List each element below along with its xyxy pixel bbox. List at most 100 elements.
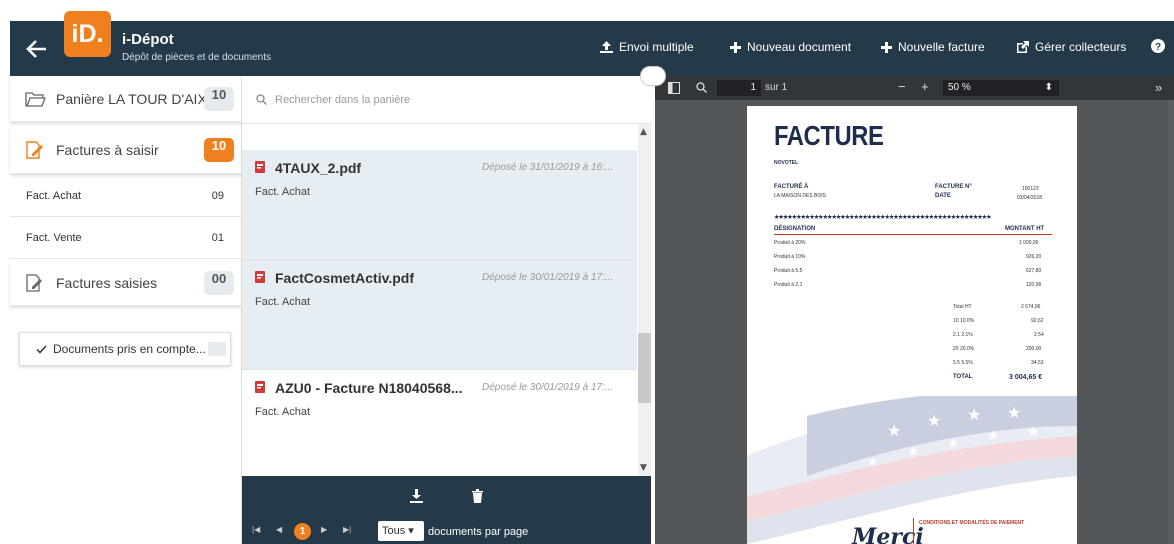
document-action-bar	[242, 476, 651, 516]
search-icon	[256, 94, 267, 105]
invoice-billed-to: LA MAISON DES BOIS	[774, 193, 826, 199]
col-designation: DÉSIGNATION	[774, 226, 816, 232]
zoom-out-icon[interactable]: −	[898, 79, 906, 94]
scroll-up-icon[interactable]: ▲	[640, 127, 647, 137]
folder-factures-saisies-label: Factures saisies	[56, 274, 158, 291]
folder-factures-a-saisir[interactable]: Factures à saisir 10	[10, 126, 242, 174]
zoom-select[interactable]: 50 % ⬍	[943, 80, 1059, 96]
nouveau-document-button[interactable]: Nouveau document	[730, 40, 851, 54]
page-total: sur 1	[765, 82, 788, 93]
line-label: Produit à 5.5	[774, 268, 803, 274]
line-amount: 1 000,00	[1019, 240, 1039, 246]
nouveau-document-label: Nouveau document	[747, 40, 852, 54]
stars-divider: ★★★★★★★★★★★★★★★★★★★★★★★★★★★★★★★★★★★★★★★★…	[774, 212, 992, 222]
saved-document-icon	[26, 273, 42, 292]
check-icon	[36, 344, 47, 354]
app-title: i-Dépot	[122, 31, 174, 48]
zoom-value: 50 %	[948, 82, 971, 93]
app-logo: iD.	[64, 11, 111, 57]
find-icon[interactable]	[696, 82, 707, 93]
line-label: Produit à 10%	[774, 254, 806, 260]
next-page-icon[interactable]: ▶	[321, 525, 327, 534]
document-type: Fact. Achat	[255, 296, 311, 308]
folder-factures-saisies[interactable]: Factures saisies 00	[10, 260, 242, 306]
per-page-select[interactable]: Tous ▾	[378, 521, 424, 541]
plus-icon	[881, 41, 892, 53]
invoice-number-label: FACTURE N°	[935, 184, 972, 190]
envoi-multiple-label: Envoi multiple	[619, 40, 694, 54]
invoice-billed-label: FACTURÉ À	[774, 184, 809, 190]
line-amount: 926,20	[1026, 254, 1042, 260]
subfolder-fact-achat-label: Fact. Achat	[26, 189, 82, 202]
list-scrollbar[interactable]	[638, 124, 651, 476]
total-label: 10 10.0%	[953, 318, 975, 324]
search-input[interactable]: Rechercher dans la panière	[275, 94, 410, 106]
current-page[interactable]: 1	[294, 523, 311, 540]
documents-pris-en-compte-label: Documents pris en compte...	[53, 342, 206, 356]
grand-total-amount: 3 004,65 €	[1009, 374, 1043, 381]
total-label: 5.5 5.5%	[953, 360, 973, 366]
line-label: Produit à 20%	[774, 240, 806, 246]
document-item[interactable]: FactCosmetActiv.pdf Déposé le 30/01/2019…	[242, 260, 637, 370]
flag-watermark: ★ ★ ★ ★ ★ ★ ★ ★ ★	[747, 396, 1077, 544]
line-amount: 120,96	[1026, 282, 1042, 288]
folder-factures-a-saisir-count: 10	[204, 137, 234, 162]
total-label: 2.1 2.1%	[953, 332, 973, 338]
per-page-value: Tous	[382, 525, 406, 537]
invoice-number: 100123	[1022, 186, 1039, 192]
download-icon[interactable]	[410, 489, 423, 503]
search-bar[interactable]: Rechercher dans la panière	[242, 76, 651, 124]
gerer-collecteurs-button[interactable]: Gérer collecteurs	[1016, 40, 1126, 54]
scroll-down-icon[interactable]: ▼	[640, 463, 647, 473]
folder-paniere-count: 10	[204, 86, 234, 111]
pagination-bar: |◀ ◀ 1 ▶ ▶| Tous ▾ documents par page	[242, 516, 651, 544]
svg-text:?: ?	[1155, 42, 1161, 53]
folder-paniere[interactable]: Panière LA TOUR D'AIX 10	[10, 76, 242, 122]
list-scrollbar-thumb[interactable]	[638, 333, 651, 403]
envoi-multiple-button[interactable]: Envoi multiple	[600, 40, 694, 54]
folder-factures-a-saisir-label: Factures à saisir	[56, 141, 159, 158]
document-item[interactable]: 4TAUX_2.pdf Déposé le 31/01/2019 à 16:..…	[242, 150, 637, 260]
document-date: Déposé le 31/01/2019 à 16:...	[482, 162, 614, 173]
total-label: Total HT	[953, 304, 972, 310]
nouvelle-facture-label: Nouvelle facture	[898, 40, 985, 54]
footer-rule	[913, 518, 914, 544]
document-item[interactable]: AZU0 - Facture N18040568... Déposé le 30…	[242, 370, 637, 480]
help-circle-icon[interactable]: ?	[1151, 39, 1165, 53]
dropdown-toggle[interactable]	[208, 342, 226, 356]
prev-page-icon[interactable]: ◀	[276, 525, 282, 534]
subfolder-fact-vente-count: 01	[211, 231, 224, 244]
external-edit-icon	[1017, 41, 1029, 53]
line-label: Produit à 2.1	[774, 282, 803, 288]
folder-factures-saisies-count: 00	[204, 270, 234, 295]
document-name: AZU0 - Facture N18040568...	[275, 380, 463, 396]
document-date: Déposé le 30/01/2019 à 17:...	[482, 382, 614, 393]
pdf-toolbar: 1 sur 1 − + 50 % ⬍ »	[655, 76, 1174, 100]
invoice-date: 03/04/2018	[1017, 195, 1043, 201]
sidebar-toggle-icon[interactable]	[668, 82, 680, 94]
subfolder-fact-achat-count: 09	[211, 189, 224, 202]
pdf-icon	[255, 381, 265, 393]
grand-total-label: TOTAL	[953, 374, 973, 380]
viewer-scrollbar[interactable]	[1168, 100, 1174, 544]
per-page-label: documents par page	[428, 526, 529, 538]
panel-collapse-handle[interactable]	[640, 66, 666, 86]
last-page-icon[interactable]: ▶|	[343, 525, 351, 534]
trash-icon[interactable]	[472, 489, 483, 503]
folder-paniere-label: Panière LA TOUR D'AIX	[56, 90, 204, 107]
subfolder-fact-vente[interactable]: Fact. Vente 01	[10, 217, 242, 259]
total-amount: 200,00	[1026, 346, 1042, 352]
invoice-page: ★ ★ ★ ★ ★ ★ ★ ★ ★ FACTURE NOVOTEL FACTUR…	[747, 106, 1077, 544]
folder-sidebar: Panière LA TOUR D'AIX 10 Factures à sais…	[10, 76, 242, 544]
first-page-icon[interactable]: |◀	[252, 525, 260, 534]
nouvelle-facture-button[interactable]: Nouvelle facture	[881, 40, 985, 54]
edit-document-icon	[26, 140, 43, 159]
more-tools-icon[interactable]: »	[1155, 80, 1162, 95]
svg-text:★: ★	[887, 423, 901, 440]
documents-pris-en-compte-button[interactable]: Documents pris en compte...	[19, 332, 231, 366]
page-number-input[interactable]: 1	[717, 80, 761, 96]
back-arrow-icon[interactable]	[22, 34, 52, 64]
zoom-in-icon[interactable]: +	[921, 79, 929, 94]
subfolder-fact-achat[interactable]: Fact. Achat 09	[10, 175, 242, 217]
svg-text:★: ★	[967, 407, 981, 424]
